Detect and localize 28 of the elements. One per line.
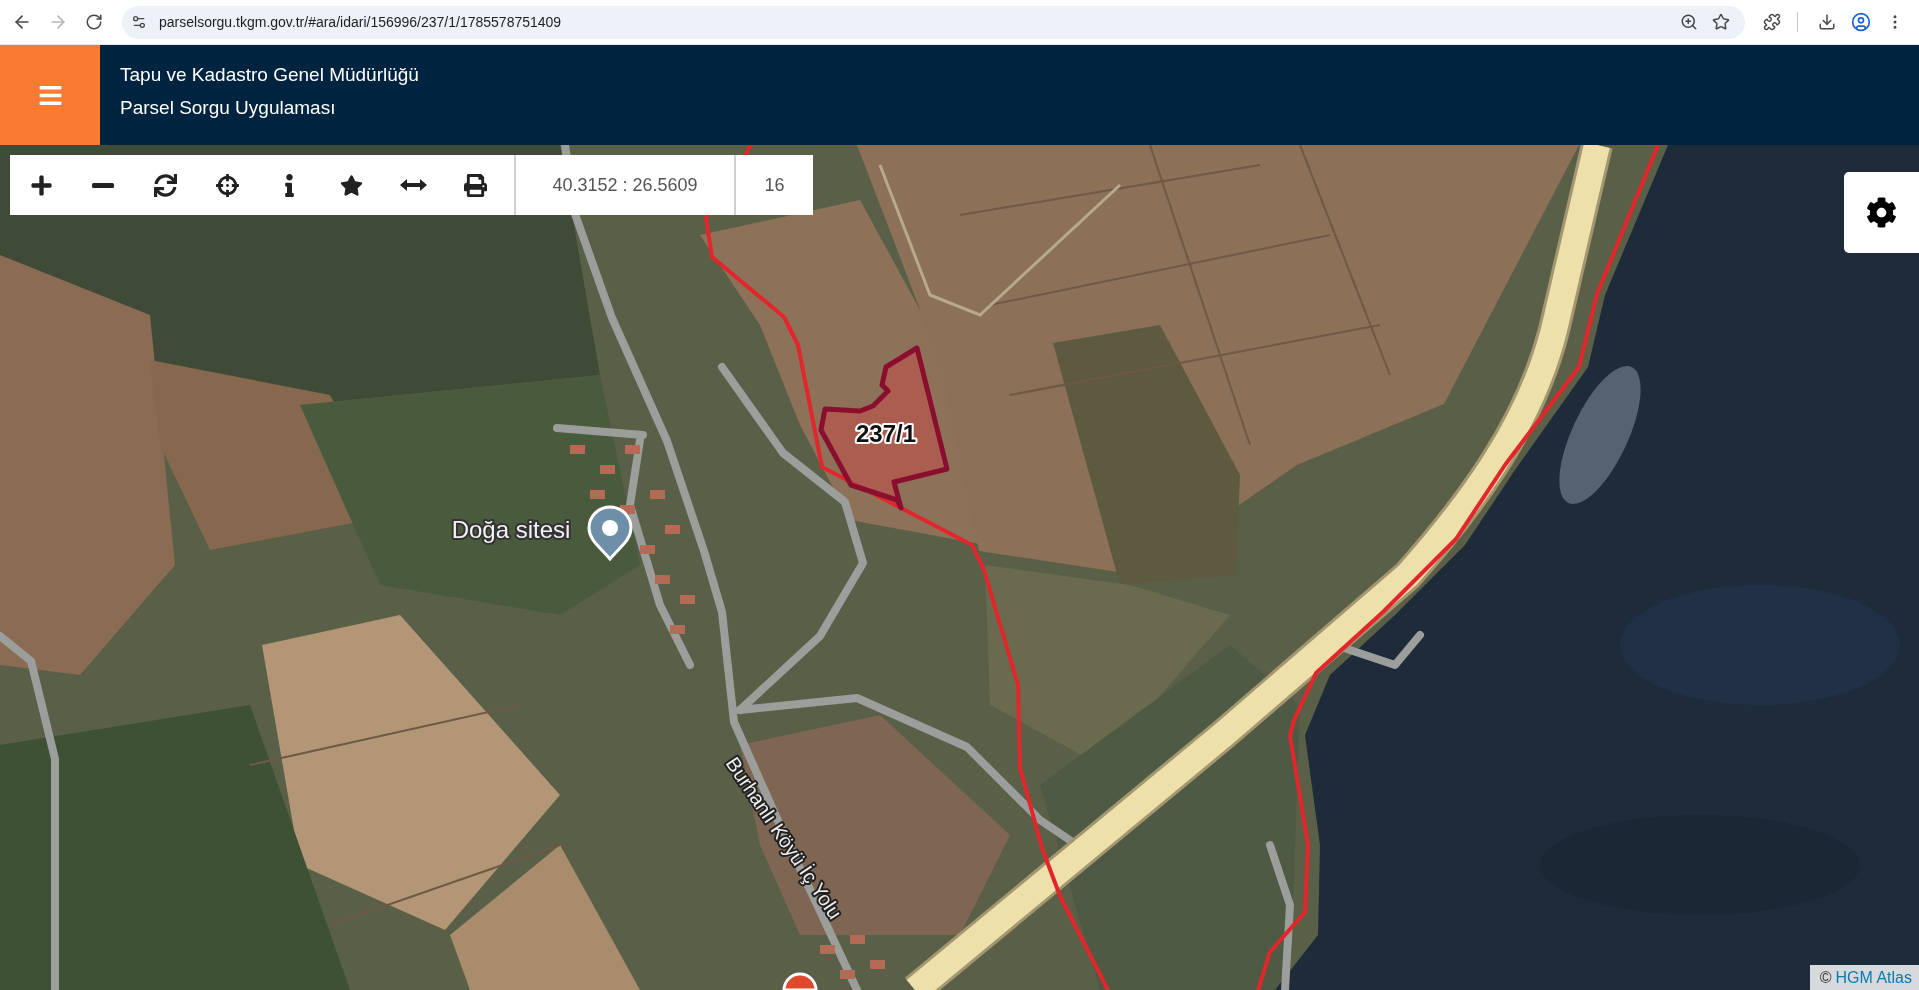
star-outline-icon[interactable]: [1712, 13, 1730, 31]
coordinates-display: 40.3152 : 26.5609: [514, 155, 734, 215]
parcel-label: 237/1: [855, 420, 917, 447]
minus-icon: [92, 182, 114, 188]
puzzle-icon[interactable]: [1763, 13, 1781, 31]
circular-arrows-icon: [153, 173, 177, 197]
place-label: Doğa sitesi: [451, 516, 571, 543]
url-text: parselsorgu.tkgm.gov.tr/#ara/idari/156996/237/1/1785578751409: [159, 14, 563, 30]
settings-button[interactable]: [1844, 172, 1919, 253]
sliders-icon[interactable]: [131, 14, 147, 30]
plus-icon: [29, 173, 53, 197]
parcel-polygon[interactable]: [818, 345, 950, 511]
marker-icon[interactable]: [782, 972, 818, 990]
reload-icon[interactable]: [85, 13, 103, 31]
crosshair-icon: [215, 173, 239, 197]
copyright-symbol: ©: [1819, 968, 1832, 987]
printer-icon: [463, 173, 487, 197]
settings-icon: [1866, 197, 1897, 228]
profile-icon[interactable]: [1851, 12, 1871, 32]
magnifier-plus-icon[interactable]: [1680, 13, 1698, 31]
header-title: Tapu ve Kadastro Genel Müdürlüğü: [120, 63, 419, 87]
star-icon: [339, 173, 363, 197]
address-field[interactable]: parselsorgu.tkgm.gov.tr/#ara/idari/156996/237/1/1785578751409: [122, 5, 1745, 39]
zoom-level: 16: [734, 155, 813, 215]
location-pin-icon[interactable]: [587, 505, 633, 561]
header-subtitle: Parsel Sorgu Uygulaması: [120, 96, 337, 120]
download-icon[interactable]: [1818, 13, 1836, 31]
double-arrow-icon: [399, 179, 427, 191]
